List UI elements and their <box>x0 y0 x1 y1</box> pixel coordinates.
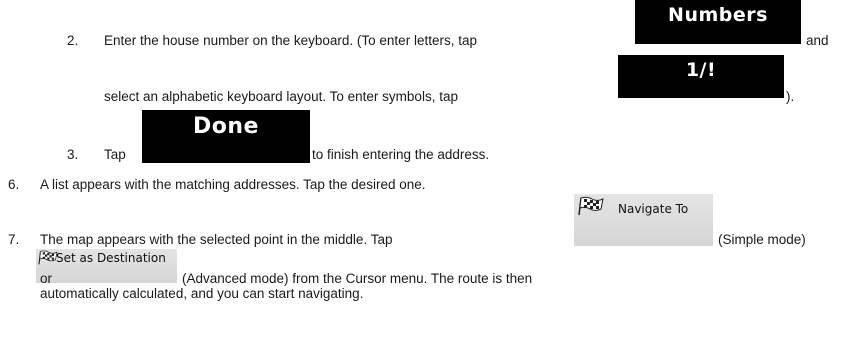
checkered-flag-icon <box>578 196 604 216</box>
step-text: ). <box>786 89 795 104</box>
step-text: (Simple mode) <box>718 232 806 247</box>
navigate-to-button[interactable]: Navigate To <box>574 194 713 246</box>
symbols-button[interactable]: 1/! <box>618 55 784 98</box>
step-text: The map appears with the selected point … <box>40 232 393 247</box>
done-button-label: Done <box>193 114 259 139</box>
step-text: Tap <box>104 147 126 162</box>
step-text: or <box>40 271 53 286</box>
step-number: 6. <box>8 177 20 192</box>
step-text: to finish entering the address. <box>312 147 490 162</box>
set-as-destination-button[interactable]: Set as Destination <box>36 249 177 283</box>
step-number: 7. <box>8 232 20 247</box>
step-text: A list appears with the matching address… <box>40 177 426 192</box>
done-button[interactable]: Done <box>142 110 310 163</box>
step-number: 3. <box>67 147 79 162</box>
numbers-button[interactable]: Numbers <box>635 0 801 44</box>
step-text: and <box>806 33 829 48</box>
step-text: Enter the house number on the keyboard. … <box>104 33 477 48</box>
numbers-button-label: Numbers <box>668 4 768 26</box>
step-number: 2. <box>67 33 79 48</box>
set-as-destination-label: Set as Destination <box>56 251 166 265</box>
symbols-button-label: 1/! <box>685 59 717 81</box>
step-text: (Advanced mode) from the Cursor menu. Th… <box>182 271 533 286</box>
step-text: select an alphabetic keyboard layout. To… <box>104 89 458 104</box>
checkered-flag-icon <box>38 250 58 265</box>
step-text: automatically calculated, and you can st… <box>40 286 364 301</box>
navigate-to-label: Navigate To <box>618 202 689 216</box>
